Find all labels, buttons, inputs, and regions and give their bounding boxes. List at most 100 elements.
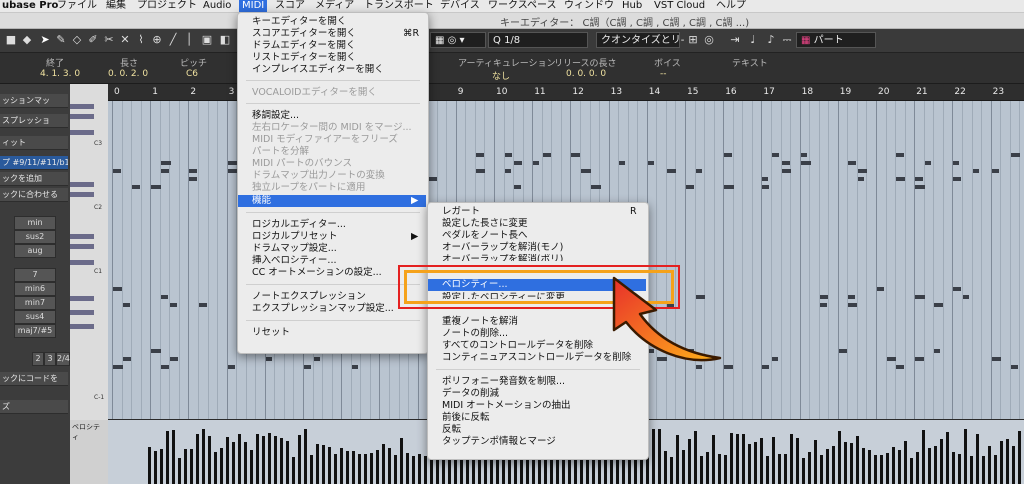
- velocity-bar[interactable]: [226, 437, 229, 484]
- midi-note[interactable]: [915, 177, 924, 181]
- midi-note[interactable]: [800, 153, 807, 157]
- play-tool-icon[interactable]: │: [182, 33, 196, 47]
- glue-tool-icon[interactable]: ⌇: [134, 33, 148, 47]
- velocity-bar[interactable]: [634, 458, 637, 484]
- inspector-size[interactable]: ズ: [0, 400, 68, 414]
- velocity-bar[interactable]: [778, 454, 781, 484]
- number-button[interactable]: 3: [44, 352, 56, 366]
- velocity-bar[interactable]: [1006, 439, 1009, 484]
- number-button[interactable]: 2/4: [56, 352, 70, 366]
- menu-pedals-to-note-length[interactable]: ペダルをノート長へ: [428, 230, 648, 242]
- pencil-tool-icon[interactable]: ✎: [54, 33, 68, 47]
- info-pitch-value[interactable]: C6: [186, 69, 198, 79]
- midi-note[interactable]: [160, 365, 169, 369]
- midi-note[interactable]: [533, 161, 540, 165]
- velocity-bar[interactable]: [256, 434, 259, 484]
- velocity-bar[interactable]: [202, 429, 205, 484]
- midi-note[interactable]: [762, 185, 770, 189]
- quantize-select[interactable]: Q 1/8: [488, 32, 588, 48]
- velocity-bar[interactable]: [160, 449, 163, 484]
- velocity-bar[interactable]: [796, 438, 799, 484]
- midi-note[interactable]: [304, 365, 311, 369]
- velocity-bar[interactable]: [940, 439, 943, 484]
- velocity-bar[interactable]: [370, 453, 373, 484]
- snap-mode-box[interactable]: ▦ ◎ ▾: [430, 32, 486, 48]
- midi-note[interactable]: [781, 169, 791, 173]
- velocity-bar[interactable]: [712, 435, 715, 484]
- menu-open-list-editor[interactable]: リストエディターを開く: [238, 52, 428, 64]
- velocity-bar[interactable]: [652, 429, 655, 484]
- inspector-expression[interactable]: スプレッショ: [0, 114, 68, 128]
- velocity-bar[interactable]: [886, 453, 889, 484]
- velocity-bar[interactable]: [880, 455, 883, 484]
- midi-note[interactable]: [857, 177, 864, 181]
- velocity-bar[interactable]: [724, 455, 727, 484]
- velocity-bar[interactable]: [922, 430, 925, 484]
- velocity-bar[interactable]: [424, 456, 427, 484]
- velocity-bar[interactable]: [166, 431, 169, 484]
- velocity-bar[interactable]: [850, 443, 853, 484]
- midi-note[interactable]: [122, 357, 131, 361]
- chord-button[interactable]: min7: [14, 296, 56, 310]
- midi-note[interactable]: [848, 303, 858, 307]
- solo-icon[interactable]: ■: [4, 33, 18, 47]
- menu-reset[interactable]: リセット: [238, 327, 428, 339]
- chord-button[interactable]: maj7/#5: [14, 324, 56, 338]
- midi-note[interactable]: [896, 365, 905, 369]
- midi-note[interactable]: [313, 357, 320, 361]
- menu-invert[interactable]: 反転: [428, 424, 648, 436]
- velocity-bar[interactable]: [1000, 441, 1003, 484]
- midi-note[interactable]: [113, 169, 121, 173]
- velocity-bar[interactable]: [376, 450, 379, 484]
- velocity-bar[interactable]: [994, 455, 997, 484]
- velocity-bar[interactable]: [754, 442, 757, 484]
- midi-note[interactable]: [160, 295, 168, 299]
- midi-note[interactable]: [475, 153, 484, 157]
- velocity-bar[interactable]: [826, 449, 829, 484]
- midi-note[interactable]: [227, 161, 237, 165]
- velocity-bar[interactable]: [520, 457, 523, 484]
- menu-delete-overlaps-mono[interactable]: オーバーラップを解消(モノ): [428, 242, 648, 254]
- menu-audio[interactable]: Audio: [203, 0, 231, 12]
- velocity-bar[interactable]: [904, 441, 907, 484]
- menu-transport[interactable]: トランスポート: [364, 0, 434, 12]
- menu-help[interactable]: ヘルプ: [716, 0, 746, 12]
- velocity-bar[interactable]: [220, 448, 223, 484]
- color-mode-select[interactable]: ▦ パート: [796, 32, 876, 48]
- velocity-bar[interactable]: [346, 451, 349, 484]
- velocity-bar[interactable]: [916, 452, 919, 484]
- velocity-bar[interactable]: [874, 455, 877, 484]
- midi-note[interactable]: [132, 185, 141, 189]
- velocity-bar[interactable]: [772, 437, 775, 484]
- line-tool-icon[interactable]: ╱: [166, 33, 180, 47]
- velocity-bar[interactable]: [934, 446, 937, 484]
- midi-note[interactable]: [580, 169, 591, 173]
- velocity-bar[interactable]: [250, 450, 253, 484]
- menu-merge-tempo-from-tapping[interactable]: タップテンポ情報とマージ: [428, 436, 648, 448]
- velocity-bar[interactable]: [682, 450, 685, 484]
- midi-note[interactable]: [227, 169, 237, 173]
- velocity-bar[interactable]: [448, 456, 451, 484]
- velocity-bar[interactable]: [412, 456, 415, 484]
- menu-open-drum-editor[interactable]: ドラムエディターを開く: [238, 40, 428, 52]
- app-menu[interactable]: ubase Pro: [2, 0, 58, 12]
- menu-score[interactable]: スコア: [275, 0, 305, 12]
- midi-note[interactable]: [848, 295, 856, 299]
- velocity-bar[interactable]: [196, 434, 199, 484]
- midi-note[interactable]: [647, 161, 654, 165]
- midi-note[interactable]: [189, 169, 198, 173]
- midi-note[interactable]: [695, 169, 702, 173]
- midi-note[interactable]: [896, 153, 905, 157]
- quantize-mode-select[interactable]: クオンタイズとリ-: [596, 32, 684, 48]
- midi-note[interactable]: [972, 169, 979, 173]
- menu-transpose-setup[interactable]: 移調設定...: [238, 110, 428, 122]
- menu-delete-overlaps-poly[interactable]: オーバーラップを解消(ポリ): [428, 254, 648, 261]
- velocity-bar[interactable]: [970, 456, 973, 484]
- menu-media[interactable]: メディア: [315, 0, 354, 12]
- velocity-bar[interactable]: [964, 429, 967, 484]
- velocity-bar[interactable]: [418, 454, 421, 484]
- velocity-bar[interactable]: [364, 454, 367, 484]
- velocity-bar[interactable]: [814, 440, 817, 484]
- menu-open-inplace-editor[interactable]: インプレイスエディターを開く: [238, 64, 428, 76]
- midi-note[interactable]: [771, 153, 779, 157]
